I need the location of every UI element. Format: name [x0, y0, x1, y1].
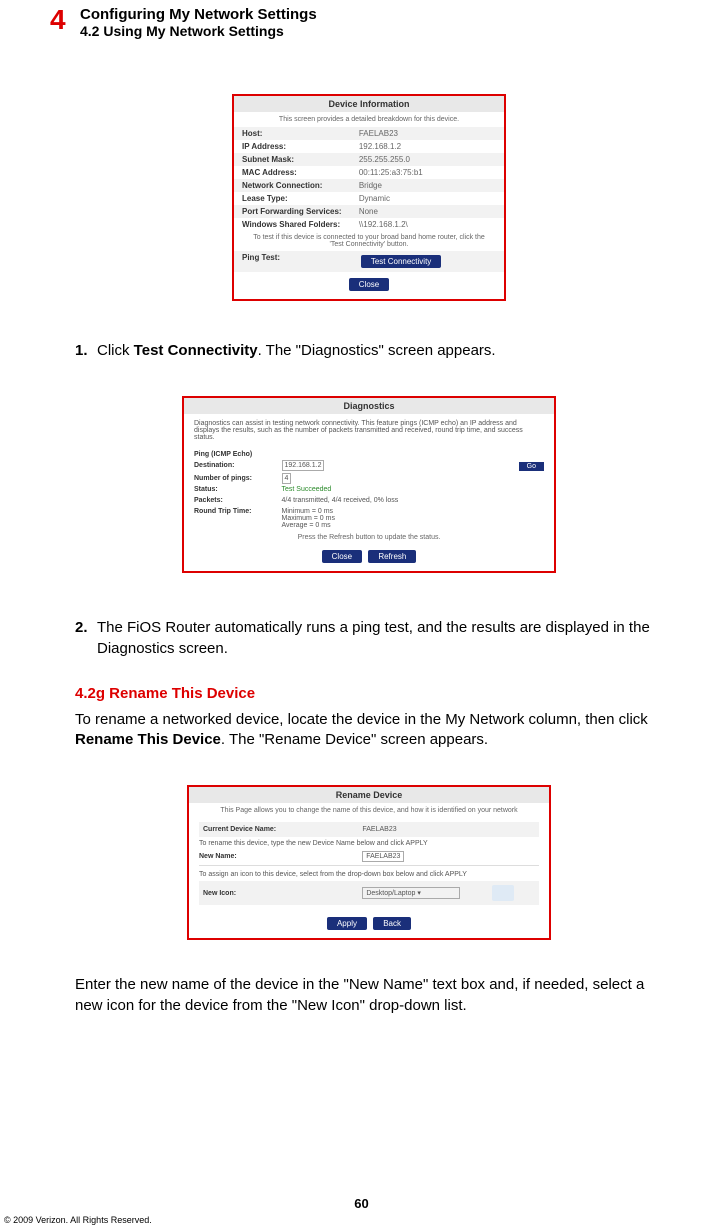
- ping-test-row: Ping Test: Test Connectivity: [234, 251, 504, 272]
- new-icon-row: New Icon: Desktop/Laptop ▾: [199, 881, 539, 905]
- apply-button[interactable]: Apply: [327, 917, 367, 930]
- device-info-title: Device Information: [234, 96, 504, 112]
- table-row: Port Forwarding Services:None: [234, 205, 504, 218]
- rename-title: Rename Device: [189, 787, 549, 803]
- destination-input[interactable]: 192.168.1.2: [282, 460, 325, 471]
- device-info-note: To test if this device is connected to y…: [234, 231, 504, 251]
- refresh-note: Press the Refresh button to update the s…: [194, 531, 544, 544]
- ping-heading: Ping (ICMP Echo): [194, 449, 544, 460]
- step-text: The FiOS Router automatically runs a pin…: [97, 618, 663, 659]
- close-button[interactable]: Close: [349, 278, 389, 291]
- table-row: MAC Address:00:11:25:a3:75:b1: [234, 166, 504, 179]
- table-row: Host:FAELAB23: [234, 127, 504, 140]
- chapter-title: Configuring My Network Settings: [80, 6, 713, 23]
- table-row: Subnet Mask:255.255.255.0: [234, 153, 504, 166]
- destination-row: Destination: 192.168.1.2 Go: [194, 460, 544, 473]
- go-button[interactable]: Go: [519, 462, 544, 471]
- packets-row: Packets: 4/4 transmitted, 4/4 received, …: [194, 495, 544, 506]
- diagnostics-intro: Diagnostics can assist in testing networ…: [194, 418, 544, 443]
- chapter-number: 4: [50, 4, 66, 36]
- rename-note: To rename this device, type the new Devi…: [199, 837, 539, 850]
- icon-note: To assign an icon to this device, select…: [199, 868, 539, 881]
- step-1: 1. Click Test Connectivity. The "Diagnos…: [75, 341, 663, 361]
- new-name-row: New Name: FAELAB23: [199, 850, 539, 863]
- device-info-subtitle: This screen provides a detailed breakdow…: [234, 112, 504, 127]
- closing-paragraph: Enter the new name of the device in the …: [75, 975, 663, 1016]
- step-2: 2. The FiOS Router automatically runs a …: [75, 618, 663, 659]
- page-number: 60: [0, 1196, 723, 1211]
- table-row: Windows Shared Folders:\\192.168.1.2\: [234, 218, 504, 231]
- section-paragraph: To rename a networked device, locate the…: [75, 710, 663, 751]
- laptop-icon: [492, 885, 514, 901]
- rename-subtitle: This Page allows you to change the name …: [189, 803, 549, 818]
- back-button[interactable]: Back: [373, 917, 411, 930]
- new-name-input[interactable]: FAELAB23: [362, 851, 404, 862]
- diagnostics-title: Diagnostics: [184, 398, 554, 414]
- table-row: Lease Type:Dynamic: [234, 192, 504, 205]
- step-text: Click Test Connectivity. The "Diagnostic…: [97, 341, 663, 361]
- table-row: Network Connection:Bridge: [234, 179, 504, 192]
- status-row: Status: Test Succeeded: [194, 484, 544, 495]
- close-button[interactable]: Close: [322, 550, 362, 563]
- step-number: 1.: [75, 341, 97, 361]
- copyright: © 2009 Verizon. All Rights Reserved.: [4, 1215, 152, 1225]
- current-name-row: Current Device Name: FAELAB23: [199, 822, 539, 837]
- num-pings-row: Number of pings: 4: [194, 473, 544, 484]
- status-value: Test Succeeded: [282, 486, 545, 493]
- rename-device-figure: Rename Device This Page allows you to ch…: [187, 785, 551, 940]
- diagnostics-figure: Diagnostics Diagnostics can assist in te…: [182, 396, 556, 573]
- device-information-figure: Device Information This screen provides …: [232, 94, 506, 301]
- rtt-row: Round Trip Time: Minimum = 0 ms Maximum …: [194, 506, 544, 531]
- table-row: IP Address:192.168.1.2: [234, 140, 504, 153]
- refresh-button[interactable]: Refresh: [368, 550, 416, 563]
- test-connectivity-button[interactable]: Test Connectivity: [361, 255, 441, 268]
- new-icon-select[interactable]: Desktop/Laptop ▾: [362, 887, 460, 899]
- step-number: 2.: [75, 618, 97, 659]
- section-heading: 4.2g Rename This Device: [75, 685, 663, 702]
- chapter-subtitle: 4.2 Using My Network Settings: [80, 23, 713, 39]
- num-pings-input[interactable]: 4: [282, 473, 292, 484]
